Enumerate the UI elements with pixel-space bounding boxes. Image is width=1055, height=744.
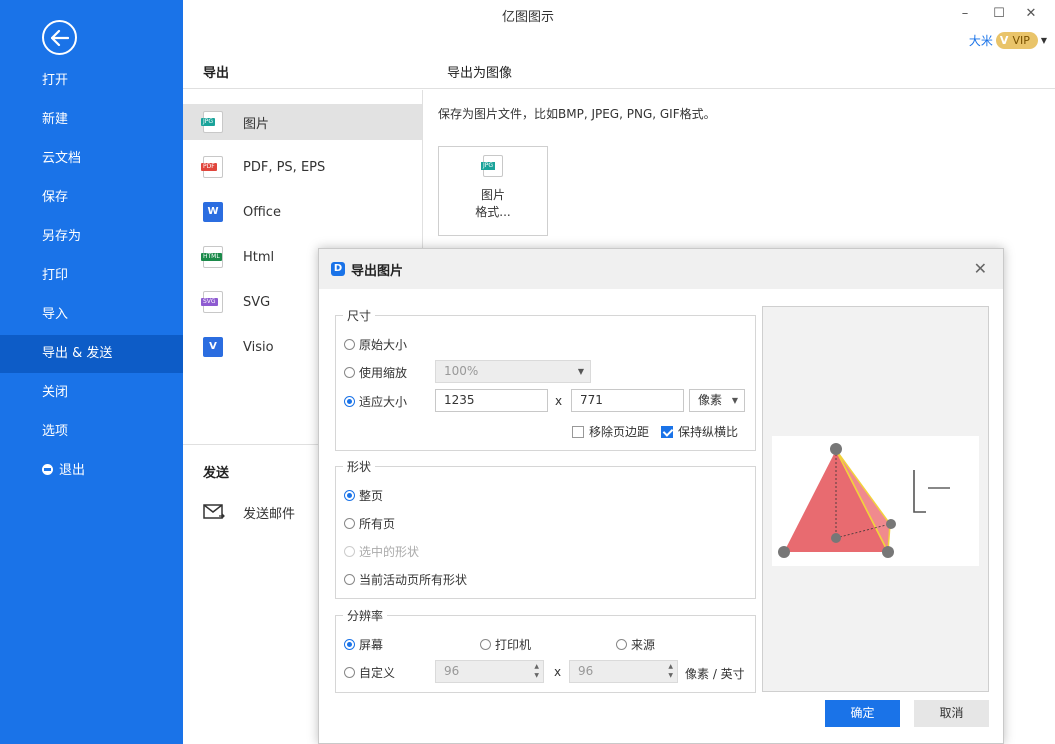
export-item-pdf[interactable]: PDF PDF, PS, EPS: [183, 149, 423, 185]
cancel-button[interactable]: 取消: [914, 700, 989, 727]
export-item-image[interactable]: JPG 图片: [183, 104, 423, 140]
custom-radio[interactable]: 自定义: [344, 664, 395, 681]
spinner-icon: ▲ ▼: [668, 663, 673, 679]
sidebar-item-save[interactable]: 保存: [0, 179, 183, 217]
app-logo-icon: D: [331, 262, 345, 276]
divider: [183, 88, 1055, 89]
resolution-legend: 分辨率: [343, 607, 388, 624]
sidebar-item-close[interactable]: 关闭: [0, 374, 183, 412]
spinner-icon: ▲ ▼: [534, 663, 539, 679]
sidebar-item-options[interactable]: 选项: [0, 413, 183, 451]
sidebar-item-new[interactable]: 新建: [0, 101, 183, 139]
ok-button[interactable]: 确定: [825, 700, 900, 727]
vip-badge: V VIP: [995, 32, 1038, 49]
preview-image: [772, 436, 979, 566]
size-legend: 尺寸: [343, 307, 376, 324]
chevron-down-icon: ▼: [577, 367, 584, 376]
divider: [183, 444, 323, 445]
current-page-shapes-radio[interactable]: 当前活动页所有形状: [344, 571, 467, 588]
jpg-file-icon: JPG: [481, 155, 503, 177]
user-name: 大米: [968, 34, 993, 48]
remove-margin-checkbox[interactable]: 移除页边距: [572, 423, 649, 440]
card-label-line2: 格式...: [475, 205, 511, 219]
export-heading: 导出: [203, 66, 230, 81]
original-size-radio[interactable]: 原始大小: [344, 336, 407, 353]
vip-crown-icon: V: [999, 34, 1009, 47]
exit-icon: [42, 464, 53, 475]
times-sign: x: [555, 394, 563, 408]
sidebar-item-import[interactable]: 导入: [0, 296, 183, 334]
chevron-down-icon: ▼: [1040, 36, 1047, 45]
visio-icon: V: [203, 337, 223, 357]
word-icon: W: [203, 202, 223, 222]
width-input[interactable]: 1235: [435, 389, 548, 412]
svg-file-icon: SVG: [201, 291, 223, 313]
zoom-dropdown[interactable]: 100% ▼: [435, 360, 591, 383]
mail-icon: [203, 504, 225, 519]
back-button[interactable]: [42, 20, 77, 55]
export-item-label: PDF, PS, EPS: [243, 159, 326, 175]
jpg-file-icon: JPG: [201, 111, 223, 133]
export-image-dialog: D 导出图片 ✕ 尺寸 原始大小 使用缩放 100% ▼ 适应大小 1235 x …: [318, 248, 1004, 744]
chevron-down-icon: ▼: [731, 396, 738, 405]
dpi-y-input[interactable]: 96 ▲ ▼: [569, 660, 678, 683]
keep-ratio-checkbox[interactable]: 保持纵横比: [661, 423, 738, 440]
fit-size-radio[interactable]: 适应大小: [344, 393, 407, 410]
export-item-label: Visio: [243, 339, 274, 355]
backstage-sidebar: 打开 新建 云文档 保存 另存为 打印 导入 导出 & 发送 关闭 选项 退出: [0, 0, 183, 744]
maximize-button[interactable]: ☐: [989, 4, 1009, 24]
preview-pane: [762, 306, 989, 692]
sidebar-item-exit[interactable]: 退出: [0, 452, 183, 490]
export-item-label: 图片: [243, 116, 270, 132]
export-image-description: 保存为图片文件，比如BMP, JPEG, PNG, GIF格式。: [438, 107, 716, 121]
sidebar-item-print[interactable]: 打印: [0, 257, 183, 295]
all-pages-radio[interactable]: 所有页: [344, 515, 395, 532]
html-file-icon: HTML: [201, 246, 223, 268]
close-icon[interactable]: ✕: [974, 259, 987, 278]
pdf-file-icon: PDF: [201, 156, 223, 178]
minimize-button[interactable]: –: [955, 4, 975, 24]
vip-label: VIP: [1012, 34, 1030, 47]
dpi-unit: 像素 / 英寸: [685, 667, 745, 681]
dpi-x-input[interactable]: 96 ▲ ▼: [435, 660, 544, 683]
image-format-card[interactable]: JPG 图片 格式...: [438, 146, 548, 236]
card-label-line1: 图片: [480, 188, 505, 202]
export-image-heading: 导出为图像: [447, 66, 513, 81]
sidebar-item-export-send[interactable]: 导出 & 发送: [0, 335, 183, 373]
use-zoom-radio[interactable]: 使用缩放: [344, 364, 407, 381]
divider: [422, 90, 423, 250]
times-sign: x: [554, 665, 562, 679]
dialog-header: D 导出图片 ✕: [319, 249, 1003, 289]
send-email-label: 发送邮件: [243, 506, 296, 522]
selected-shapes-radio[interactable]: 选中的形状: [344, 543, 419, 560]
export-item-label: SVG: [243, 294, 271, 310]
send-email-item[interactable]: 发送邮件: [183, 494, 318, 530]
printer-radio[interactable]: 打印机: [480, 636, 531, 653]
send-heading: 发送: [203, 466, 230, 481]
dialog-title: 导出图片: [351, 263, 404, 279]
sidebar-item-open[interactable]: 打开: [0, 62, 183, 100]
export-item-label: Html: [243, 249, 275, 265]
arrow-left-icon: [50, 29, 69, 46]
source-radio[interactable]: 来源: [616, 636, 655, 653]
close-window-button[interactable]: ✕: [1021, 4, 1041, 24]
height-input[interactable]: 771: [571, 389, 684, 412]
shape-legend: 形状: [343, 458, 376, 475]
window-title: 亿图图示: [501, 10, 554, 25]
sidebar-item-save-as[interactable]: 另存为: [0, 218, 183, 256]
export-item-office[interactable]: W Office: [183, 194, 423, 230]
sidebar-item-cloud-docs[interactable]: 云文档: [0, 140, 183, 178]
unit-dropdown[interactable]: 像素 ▼: [689, 389, 745, 412]
export-item-label: Office: [243, 204, 281, 220]
user-account[interactable]: 大米 V VIP ▼: [969, 32, 1047, 49]
sidebar-item-label: 退出: [59, 463, 86, 478]
screen-radio[interactable]: 屏幕: [344, 636, 383, 653]
whole-page-radio[interactable]: 整页: [344, 487, 383, 504]
